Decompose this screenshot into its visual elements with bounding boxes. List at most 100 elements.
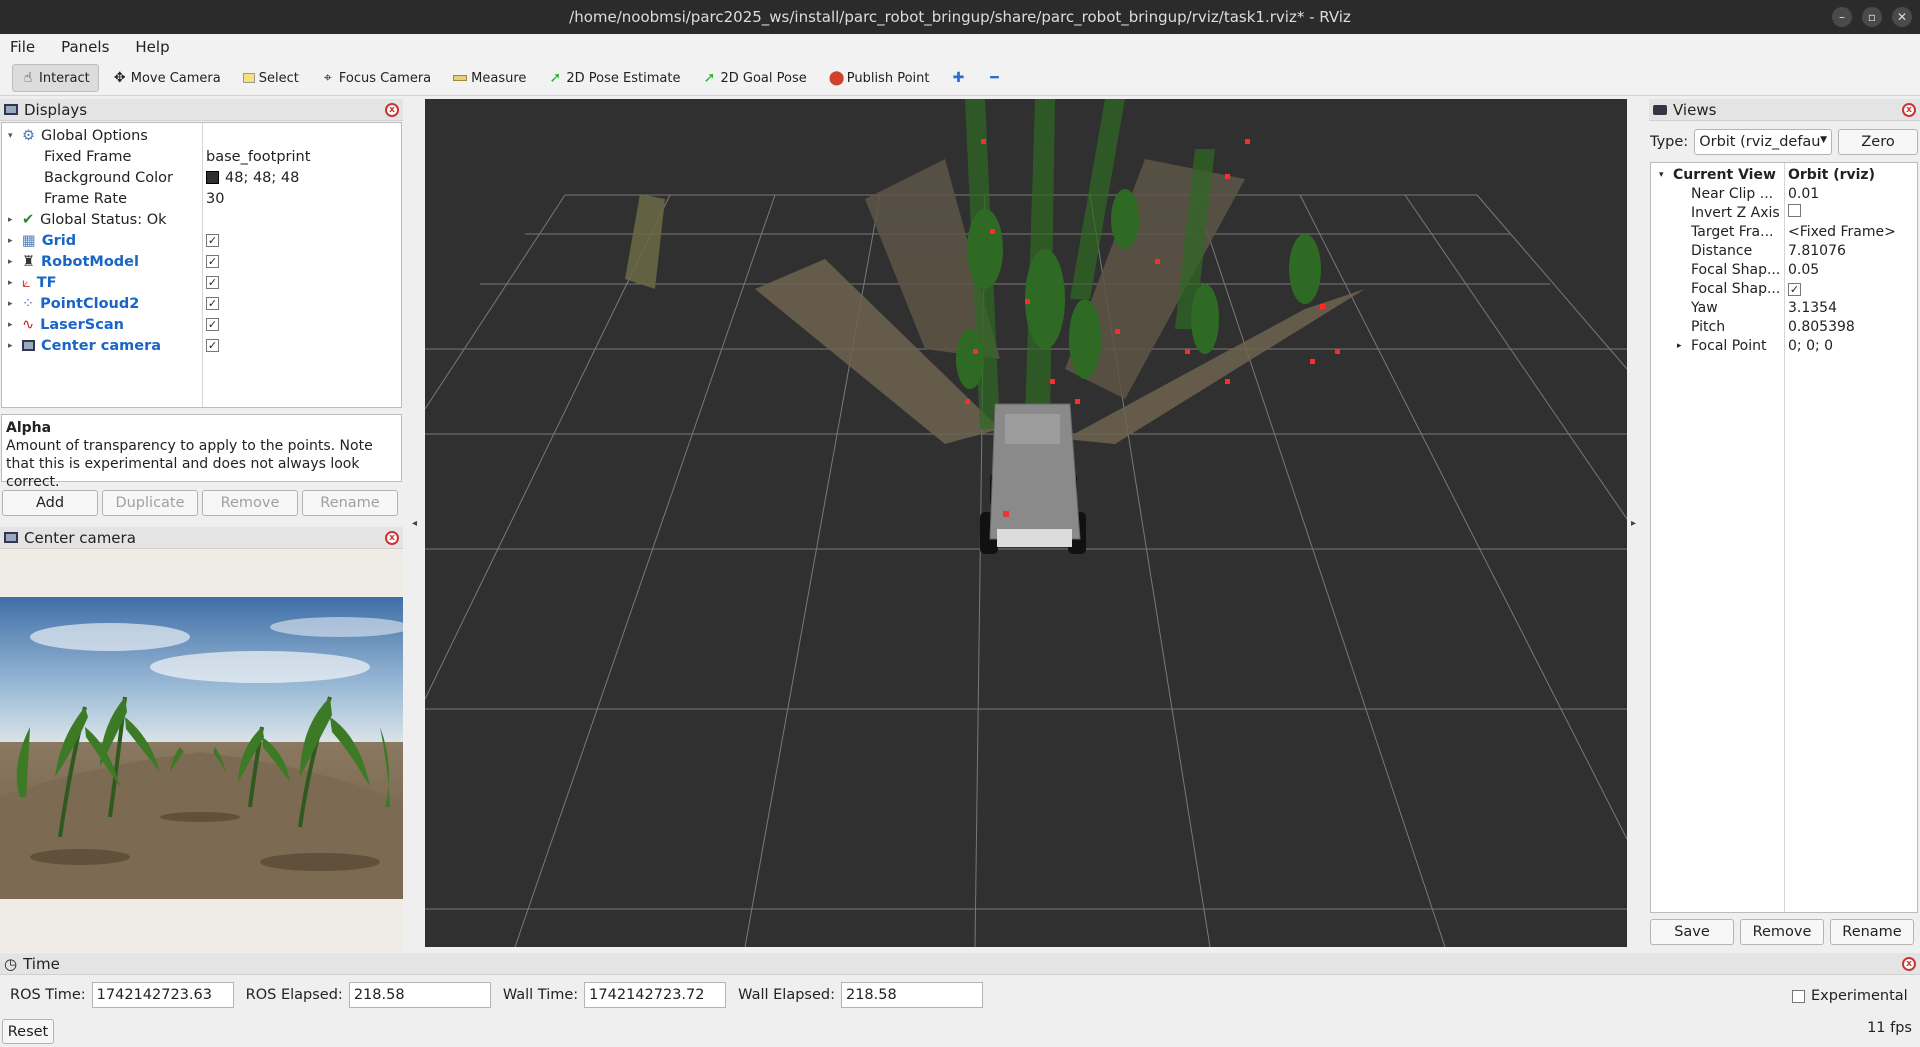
chevron-right-icon[interactable]: ▸ (8, 257, 18, 267)
fixed-frame-row[interactable]: Fixed Frame base_footprint (2, 146, 401, 167)
description-title: Alpha (6, 420, 52, 436)
frame-rate-row[interactable]: Frame Rate 30 (2, 188, 401, 209)
rename-view-button[interactable]: Rename (1830, 919, 1914, 945)
move-camera-label: Move Camera (130, 70, 221, 86)
goal-pose-tool[interactable]: ➚ 2D Goal Pose (694, 64, 814, 92)
visibility-checkbox[interactable]: ✓ (206, 255, 219, 268)
display-item-tf[interactable]: ▸ ⟀ TF ✓ (2, 272, 401, 293)
color-swatch[interactable] (206, 171, 219, 184)
view-prop-row[interactable]: Distance 7.81076 (1651, 241, 1917, 260)
view-prop-row[interactable]: Yaw 3.1354 (1651, 298, 1917, 317)
current-view-value: Orbit (rviz) (1788, 166, 1875, 183)
3d-viewport[interactable] (425, 99, 1627, 947)
add-button[interactable]: Add (2, 490, 98, 516)
duplicate-button[interactable]: Duplicate (102, 490, 198, 516)
visibility-checkbox[interactable]: ✓ (206, 339, 219, 352)
chevron-right-icon[interactable]: ▸ (1677, 341, 1682, 351)
view-prop-value[interactable]: 3.1354 (1788, 300, 1837, 316)
collapse-left-icon[interactable]: ◂ (412, 518, 417, 529)
display-item-laserscan[interactable]: ▸ ∿ LaserScan ✓ (2, 314, 401, 335)
pose-estimate-tool[interactable]: ➚ 2D Pose Estimate (540, 64, 688, 92)
view-prop-value[interactable]: 0; 0; 0 (1788, 338, 1833, 354)
view-type-select[interactable]: Orbit (rviz_defau ▼ (1694, 129, 1833, 155)
visibility-checkbox[interactable]: ✓ (206, 297, 219, 310)
experimental-checkbox[interactable] (1792, 989, 1805, 1003)
select-tool[interactable]: Select (235, 64, 307, 92)
chevron-right-icon[interactable]: ▸ (8, 278, 18, 288)
chevron-down-icon[interactable]: ▾ (1659, 170, 1664, 180)
current-view-row[interactable]: ▾ Current View Orbit (rviz) (1651, 165, 1917, 184)
view-prop-value[interactable]: 7.81076 (1788, 243, 1846, 259)
view-prop-row[interactable]: Focal Shap... ✓ (1651, 279, 1917, 298)
background-color-row[interactable]: Background Color 48; 48; 48 (2, 167, 401, 188)
view-prop-value[interactable]: 0.05 (1788, 262, 1819, 278)
menu-file[interactable]: File (6, 38, 39, 56)
wall-time-field[interactable]: 1742142723.72 (584, 982, 727, 1008)
display-item-grid[interactable]: ▸ ▦ Grid ✓ (2, 230, 401, 251)
zero-button[interactable]: Zero (1838, 129, 1918, 155)
publish-point-tool[interactable]: ⬤ Publish Point (821, 64, 938, 92)
close-icon[interactable]: x (1902, 103, 1916, 117)
visibility-checkbox[interactable]: ✓ (206, 234, 219, 247)
display-item-center-camera[interactable]: ▸ Center camera ✓ (2, 335, 401, 356)
remove-button[interactable]: Remove (202, 490, 298, 516)
add-tool-button[interactable]: ✚ (943, 64, 973, 92)
remove-tool-button[interactable]: ━ (979, 64, 1009, 92)
remove-view-button[interactable]: Remove (1740, 919, 1824, 945)
wall-elapsed-field[interactable]: 218.58 (840, 982, 983, 1008)
rename-button[interactable]: Rename (302, 490, 398, 516)
view-prop-row[interactable]: Target Fra... <Fixed Frame> (1651, 222, 1917, 241)
views-tree: ▾ Current View Orbit (rviz) Near Clip ..… (1650, 162, 1918, 913)
chevron-right-icon[interactable]: ▸ (8, 215, 18, 225)
ros-time-field[interactable]: 1742142723.63 (91, 982, 234, 1008)
maximize-icon[interactable]: ▫ (1862, 7, 1882, 27)
view-prop-row[interactable]: Invert Z Axis (1651, 203, 1917, 222)
save-view-button[interactable]: Save (1650, 919, 1734, 945)
display-item-pointcloud2[interactable]: ▸ ⁘ PointCloud2 ✓ (2, 293, 401, 314)
close-window-icon[interactable]: ✕ (1892, 7, 1912, 27)
green-arrow-icon: ➚ (703, 70, 716, 86)
view-prop-row[interactable]: Pitch 0.805398 (1651, 317, 1917, 336)
background-color-value[interactable]: 48; 48; 48 (225, 170, 299, 186)
menu-help[interactable]: Help (131, 38, 173, 56)
minimize-icon[interactable]: – (1832, 7, 1852, 27)
camera-panel-header: Center camera x (0, 527, 403, 549)
chevron-right-icon[interactable]: ▸ (8, 299, 18, 309)
displays-buttons: Add Duplicate Remove Rename (2, 490, 402, 516)
chevron-right-icon[interactable]: ▸ (8, 320, 18, 330)
view-prop-value[interactable]: 0.01 (1788, 186, 1819, 202)
move-camera-tool[interactable]: ✥ Move Camera (105, 64, 229, 92)
view-prop-value[interactable]: 0.805398 (1788, 319, 1855, 335)
frame-rate-label: Frame Rate (44, 190, 128, 207)
frame-rate-value[interactable]: 30 (206, 191, 224, 207)
display-item-robotmodel[interactable]: ▸ ♜ RobotModel ✓ (2, 251, 401, 272)
menu-panels[interactable]: Panels (57, 38, 113, 56)
collapse-right-icon[interactable]: ▸ (1631, 518, 1636, 529)
fixed-frame-value[interactable]: base_footprint (206, 149, 310, 165)
axes-icon: ⟀ (22, 274, 31, 291)
close-icon[interactable]: x (1902, 957, 1916, 971)
close-icon[interactable]: x (385, 103, 399, 117)
reset-button[interactable]: Reset (2, 1019, 54, 1044)
view-prop-value[interactable]: <Fixed Frame> (1788, 224, 1896, 240)
experimental-toggle[interactable]: Experimental (1792, 988, 1908, 1004)
view-prop-key: Pitch (1691, 318, 1726, 335)
close-icon[interactable]: x (385, 531, 399, 545)
invert-z-checkbox[interactable] (1788, 204, 1801, 217)
global-options-row[interactable]: ▾ ⚙ Global Options (2, 125, 401, 146)
chevron-right-icon[interactable]: ▸ (8, 341, 18, 351)
camera-icon (22, 340, 35, 351)
chevron-right-icon[interactable]: ▸ (8, 236, 18, 246)
chevron-down-icon[interactable]: ▾ (8, 131, 18, 141)
focal-shape-checkbox[interactable]: ✓ (1788, 282, 1801, 296)
view-prop-row[interactable]: Near Clip ... 0.01 (1651, 184, 1917, 203)
interact-tool[interactable]: ☝ Interact (12, 64, 99, 92)
global-status-row[interactable]: ▸ ✔ Global Status: Ok (2, 209, 401, 230)
visibility-checkbox[interactable]: ✓ (206, 318, 219, 331)
visibility-checkbox[interactable]: ✓ (206, 276, 219, 289)
view-prop-row[interactable]: ▸ Focal Point 0; 0; 0 (1651, 336, 1917, 355)
ros-elapsed-field[interactable]: 218.58 (348, 982, 491, 1008)
measure-tool[interactable]: Measure (445, 64, 534, 92)
view-prop-row[interactable]: Focal Shap... 0.05 (1651, 260, 1917, 279)
focus-camera-tool[interactable]: ⌖ Focus Camera (313, 64, 439, 92)
